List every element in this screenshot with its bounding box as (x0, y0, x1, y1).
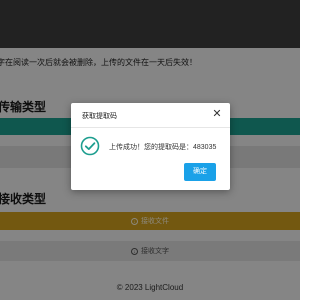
success-message: 上传成功！您的提取码是：483035 (109, 144, 217, 151)
confirm-button[interactable]: 确定 (184, 163, 216, 181)
close-icon[interactable]: ✕ (211, 108, 223, 120)
dialog-header: 获取提取码 ✕ (71, 103, 230, 128)
extraction-code-dialog: 获取提取码 ✕ 上传成功！您的提取码是：483035 确定 (71, 103, 230, 190)
check-circle-icon (80, 136, 100, 156)
page: 字在阅读一次后就会被删除，上传的文件在一天后失效！ 传输类型 接收类型 ↓ 接收… (0, 0, 300, 300)
dialog-title: 获取提取码 (82, 113, 117, 120)
